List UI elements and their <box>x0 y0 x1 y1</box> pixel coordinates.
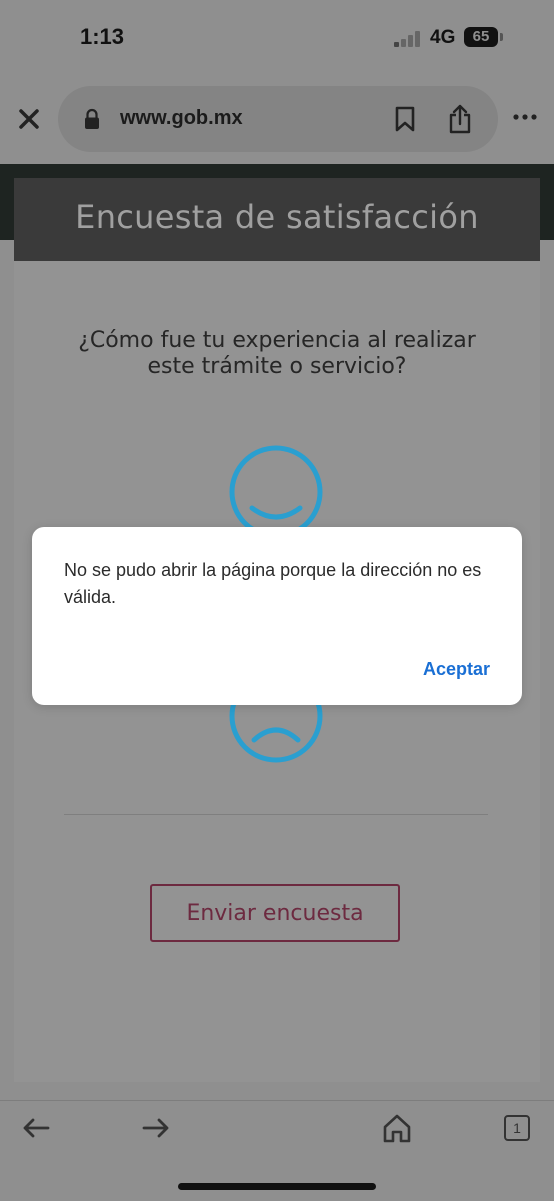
status-time: 1:13 <box>80 24 125 49</box>
happy-face-icon[interactable] <box>228 444 324 540</box>
lock-icon <box>85 108 99 129</box>
back-icon[interactable] <box>22 1117 50 1139</box>
close-icon[interactable] <box>14 104 44 134</box>
survey-divider <box>64 814 488 815</box>
alert-dialog: No se pudo abrir la página porque la dir… <box>32 527 522 705</box>
address-bar[interactable]: www.gob.mx <box>58 86 498 152</box>
survey-title: Encuesta de satisfacción <box>75 198 479 236</box>
browser-bottom-bar: 1 <box>0 1100 554 1201</box>
home-indicator <box>178 1183 376 1190</box>
url-text: www.gob.mx <box>120 107 243 129</box>
browser-toolbar: www.gob.mx <box>0 76 554 164</box>
forward-icon[interactable] <box>142 1117 170 1139</box>
home-icon[interactable] <box>382 1113 412 1143</box>
more-icon[interactable] <box>512 112 538 122</box>
survey-header: Encuesta de satisfacción <box>14 178 540 261</box>
share-icon[interactable] <box>448 104 472 134</box>
tabs-icon[interactable]: 1 <box>504 1115 530 1141</box>
survey-question: ¿Cómo fue tu experiencia al realizar est… <box>78 328 476 379</box>
accept-button[interactable]: Aceptar <box>423 659 490 680</box>
bookmark-icon[interactable] <box>394 106 416 132</box>
status-bar: 1:13 4G 65 <box>0 0 554 76</box>
network-label: 4G <box>430 27 456 48</box>
submit-survey-button[interactable]: Enviar encuesta <box>150 884 400 942</box>
signal-icon <box>394 31 422 47</box>
battery-icon: 65 <box>464 27 498 47</box>
dialog-message: No se pudo abrir la página porque la dir… <box>64 560 482 607</box>
battery-tip <box>500 33 503 41</box>
